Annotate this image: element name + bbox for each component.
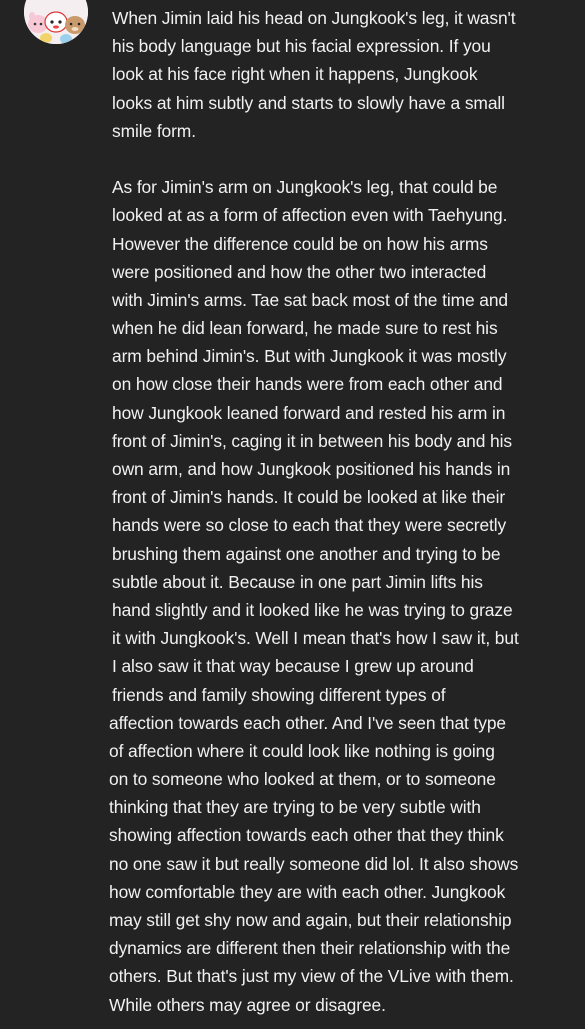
comment-line: front of Jimin's, caging it in between h… bbox=[112, 430, 512, 451]
comment-line: smile form. bbox=[112, 120, 196, 141]
comment-line: it with Jungkook's. Well I mean that's h… bbox=[112, 628, 519, 649]
comment-line: brushing them against one another and tr… bbox=[112, 543, 501, 564]
comment-line: no one saw it but really someone did lol… bbox=[109, 853, 519, 874]
comment-line: look at his face right when it happens, … bbox=[112, 64, 478, 85]
comment-line: I also saw it that way because I grew up… bbox=[112, 656, 474, 677]
comment-line: how comfortable they are with each other… bbox=[109, 881, 506, 902]
comment-line: thinking that they are trying to be very… bbox=[109, 797, 481, 818]
comment-line: friends and family showing different typ… bbox=[112, 684, 446, 705]
comment-line: arm behind Jimin's. But with Jungkook it… bbox=[112, 346, 507, 367]
comment-line: when he did lean forward, he made sure t… bbox=[112, 318, 498, 339]
comment-line: As for Jimin's arm on Jungkook's leg, th… bbox=[112, 177, 498, 198]
comment-line: looks at him subtly and starts to slowly… bbox=[112, 92, 505, 113]
comment-paragraph-1: When Jimin laid his head on Jungkook's l… bbox=[112, 4, 574, 145]
comment-line: When Jimin laid his head on Jungkook's l… bbox=[112, 8, 516, 28]
comment-line: of affection where it could look like no… bbox=[109, 740, 495, 761]
comment-line: However the difference could be on how h… bbox=[112, 233, 488, 254]
comment-line: own arm, and how Jungkook positioned his… bbox=[112, 459, 511, 479]
comment-line: dynamics are different then their relati… bbox=[109, 938, 511, 959]
comment-line: hands were so close to each that they we… bbox=[112, 515, 507, 536]
avatar[interactable] bbox=[24, 0, 88, 44]
comment-line: his body language but his facial express… bbox=[112, 36, 491, 57]
comment-line: subtle about it. Because in one part Jim… bbox=[112, 571, 483, 592]
avatar-characters-icon bbox=[24, 0, 88, 44]
comment-line: were positioned and how the other two in… bbox=[112, 261, 487, 282]
comment-line: looked at as a form of affection even wi… bbox=[112, 205, 508, 226]
comment-line: others. But that's just my view of the V… bbox=[109, 966, 514, 987]
comment-line: may still get shy now and again, but the… bbox=[109, 910, 512, 930]
comment-line: While others may agree or disagree. bbox=[109, 994, 386, 1015]
comment-line: hand slightly and it looked like he was … bbox=[112, 599, 513, 620]
comment-line: how Jungkook leaned forward and rested h… bbox=[112, 402, 506, 423]
comment-line: on how close their hands were from each … bbox=[112, 374, 503, 395]
comment-paragraph-3: affection towards each other. And I've s… bbox=[109, 709, 574, 1019]
comment-body: When Jimin laid his head on Jungkook's l… bbox=[109, 4, 574, 1019]
comment-line: on to someone who looked at them, or to … bbox=[109, 769, 496, 790]
comment-paragraph-2: As for Jimin's arm on Jungkook's leg, th… bbox=[112, 173, 574, 709]
comment-line: front of Jimin's hands. It could be look… bbox=[112, 487, 506, 508]
comment-line: affection towards each other. And I've s… bbox=[109, 712, 506, 733]
comment-line: with Jimin's arms. Tae sat back most of … bbox=[112, 289, 509, 310]
comment-line: showing affection towards each other tha… bbox=[109, 825, 504, 846]
